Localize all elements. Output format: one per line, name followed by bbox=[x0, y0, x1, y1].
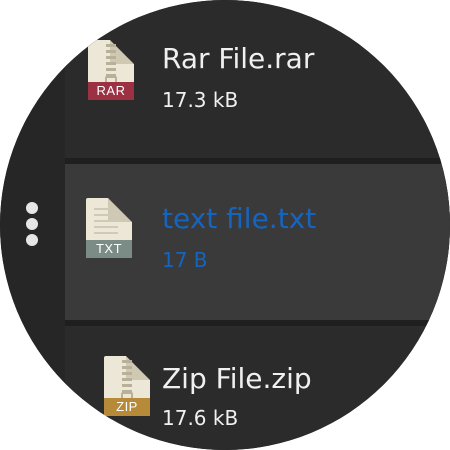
file-name: text file.txt bbox=[162, 202, 317, 235]
file-name: Rar File.rar bbox=[162, 42, 315, 75]
file-size: 17 B bbox=[162, 248, 208, 272]
file-type-tag: TXT bbox=[86, 240, 132, 258]
list-item-zip[interactable]: ZIP Zip File.zip 17.6 kB bbox=[65, 326, 450, 450]
file-size: 17.3 kB bbox=[162, 88, 239, 112]
list-item-rar[interactable]: RAR Rar File.rar 17.3 kB bbox=[65, 0, 450, 158]
watch-screen: RAR Rar File.rar 17.3 kB TXT text file.t… bbox=[0, 0, 450, 450]
file-name: Zip File.zip bbox=[162, 362, 312, 395]
file-type-tag: ZIP bbox=[104, 398, 150, 416]
archive-file-icon: ZIP bbox=[104, 356, 150, 416]
file-size: 17.6 kB bbox=[162, 406, 239, 430]
more-vertical-icon[interactable] bbox=[26, 202, 40, 252]
archive-file-icon: RAR bbox=[88, 40, 134, 100]
text-file-icon: TXT bbox=[86, 198, 132, 258]
file-type-tag: RAR bbox=[88, 82, 134, 100]
list-item-txt[interactable]: TXT text file.txt 17 B bbox=[65, 164, 450, 320]
